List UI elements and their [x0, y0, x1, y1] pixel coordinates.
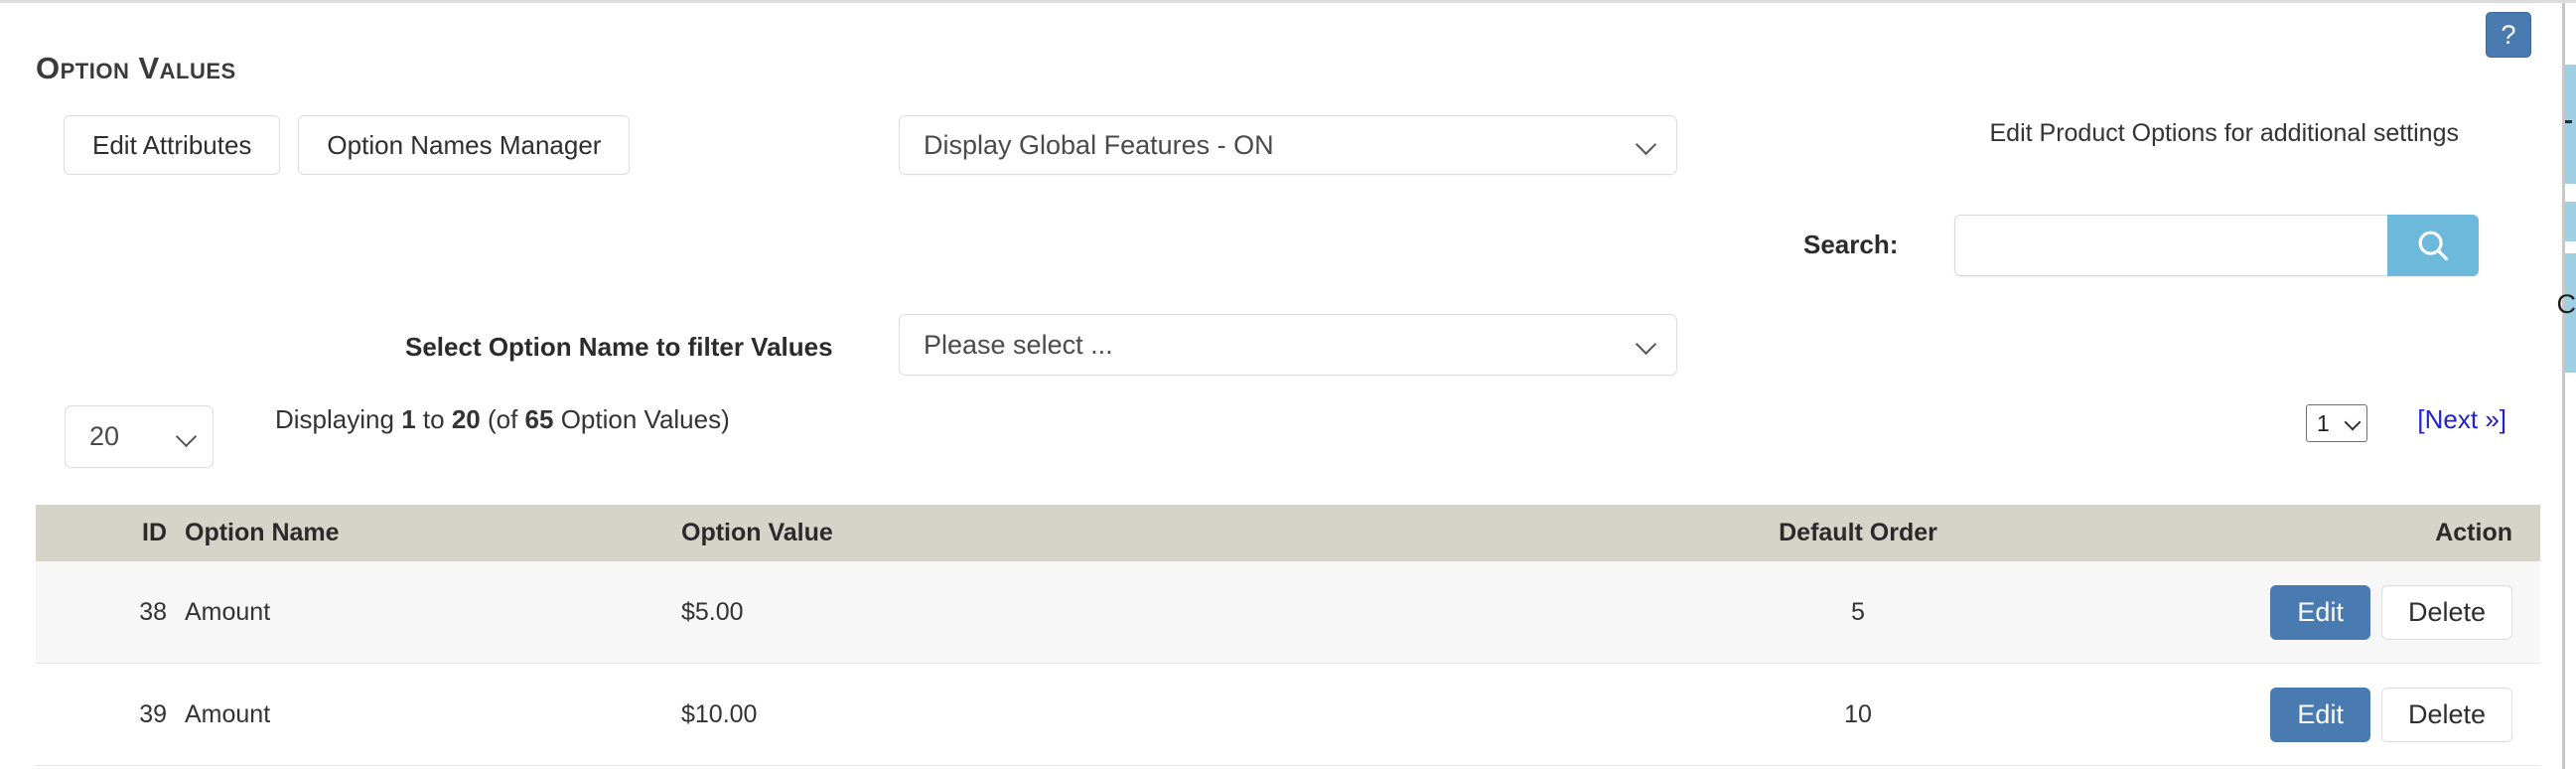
cell-option-value: $5.00: [681, 597, 744, 626]
search-icon: [2414, 227, 2452, 264]
displaying-summary: Displaying 1 to 20 (of 65 Option Values): [275, 404, 730, 435]
question-mark-icon: ?: [2501, 20, 2516, 50]
displaying-of-close: Option Values): [560, 404, 730, 434]
edit-attributes-button[interactable]: Edit Attributes: [64, 115, 281, 175]
option-names-manager-button[interactable]: Option Names Manager: [298, 115, 631, 175]
chevron-down-icon: [177, 427, 197, 447]
page-number-value: 1: [2317, 409, 2330, 436]
cell-id: 39: [139, 699, 167, 728]
search-label: Search:: [1803, 230, 1899, 259]
displaying-to-word: to: [422, 404, 445, 434]
row-action-group: Edit Delete: [2270, 584, 2512, 640]
cell-action: Edit Delete: [2161, 687, 2540, 742]
help-button[interactable]: ?: [2486, 12, 2531, 58]
row-action-group: Edit Delete: [2270, 687, 2512, 742]
toolbar-button-row: Edit Attributes Option Names Manager: [64, 115, 631, 175]
edit-button[interactable]: Edit: [2270, 687, 2370, 742]
next-page-link[interactable]: [Next »]: [2417, 404, 2506, 435]
column-header-default-order: Default Order: [1779, 519, 1937, 546]
right-edge-panel: C: [2557, 3, 2576, 769]
cell-option-name: Amount: [185, 699, 271, 728]
per-page-value: 20: [89, 421, 120, 451]
option-values-table: ID Option Name Option Value Default Orde…: [36, 505, 2540, 766]
global-features-select[interactable]: Display Global Features - ON: [899, 115, 1677, 175]
displaying-from: 1: [401, 404, 416, 434]
edit-button[interactable]: Edit: [2270, 584, 2370, 640]
option-values-page: C ? Option Values Edit Attributes Option…: [0, 0, 2576, 769]
per-page-select[interactable]: 20: [65, 405, 214, 468]
displaying-to: 20: [451, 404, 481, 434]
displaying-total: 65: [524, 404, 554, 434]
option-name-filter-value: Please select ...: [924, 329, 1113, 360]
global-features-select-value: Display Global Features - ON: [924, 129, 1274, 160]
column-header-option-name: Option Name: [185, 519, 340, 546]
cell-default-order: 10: [1844, 699, 1872, 728]
rail-tick-marker: [2565, 120, 2572, 123]
table-header-row: ID Option Name Option Value Default Orde…: [36, 505, 2540, 561]
rail-partial-glyph: C: [2556, 289, 2576, 319]
delete-button[interactable]: Delete: [2380, 584, 2512, 640]
search-button[interactable]: [2387, 215, 2479, 276]
table-row[interactable]: 38 Amount $5.00 5 Edit Delete: [36, 561, 2540, 664]
rail-highlight-segment: [2565, 65, 2576, 184]
table-row[interactable]: 39 Amount $10.00 10 Edit Delete: [36, 664, 2540, 766]
additional-settings-hint: Edit Product Options for additional sett…: [1989, 119, 2460, 147]
cell-action: Edit Delete: [2161, 584, 2540, 640]
column-header-option-value: Option Value: [681, 519, 833, 546]
search-box: [1954, 215, 2479, 276]
search-input[interactable]: [1954, 215, 2387, 276]
cell-option-value: $10.00: [681, 699, 758, 728]
column-header-action: Action: [2435, 519, 2512, 546]
displaying-of-open: (of: [487, 404, 518, 434]
displaying-prefix: Displaying: [275, 404, 394, 434]
option-name-filter-select[interactable]: Please select ...: [899, 314, 1677, 376]
rail-highlight-segment: [2565, 202, 2576, 241]
delete-button[interactable]: Delete: [2380, 687, 2512, 742]
cell-default-order: 5: [1851, 597, 1865, 626]
cell-id: 38: [139, 597, 167, 626]
cell-option-name: Amount: [185, 597, 271, 626]
chevron-down-icon: [2345, 415, 2361, 431]
filter-label: Select Option Name to filter Values: [405, 332, 833, 362]
page-title: Option Values: [36, 51, 236, 85]
chevron-down-icon: [1637, 135, 1656, 155]
column-header-id: ID: [142, 519, 167, 546]
chevron-down-icon: [1637, 335, 1656, 355]
page-number-select[interactable]: 1: [2306, 404, 2367, 442]
